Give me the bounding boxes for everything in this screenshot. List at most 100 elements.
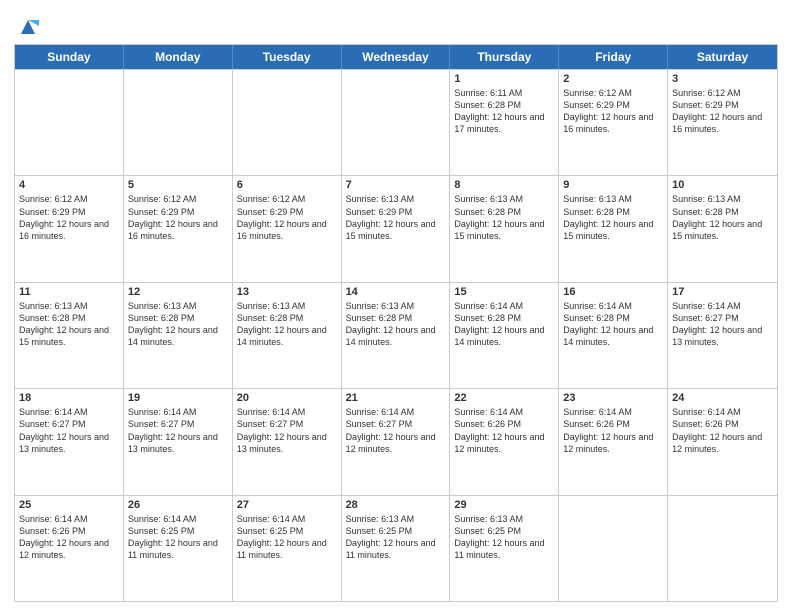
calendar-body: 1 Sunrise: 6:11 AM Sunset: 6:28 PM Daylig… bbox=[15, 69, 777, 601]
day-number: 11 bbox=[19, 286, 119, 298]
calendar-row-2: 11 Sunrise: 6:13 AM Sunset: 6:28 PM Dayli… bbox=[15, 282, 777, 388]
day-info: Sunrise: 6:13 AM Sunset: 6:28 PM Dayligh… bbox=[237, 300, 337, 349]
calendar-cell-0-1 bbox=[124, 70, 233, 175]
calendar-cell-4-4: 29 Sunrise: 6:13 AM Sunset: 6:25 PM Dayli… bbox=[450, 496, 559, 601]
calendar-cell-2-6: 17 Sunrise: 6:14 AM Sunset: 6:27 PM Dayli… bbox=[668, 283, 777, 388]
day-info: Sunrise: 6:13 AM Sunset: 6:28 PM Dayligh… bbox=[19, 300, 119, 349]
calendar-cell-2-1: 12Sunrise: 6:13 AM Sunset: 6:28 PM Dayli… bbox=[124, 283, 233, 388]
day-info: Sunrise: 6:14 AM Sunset: 6:27 PM Dayligh… bbox=[128, 406, 228, 455]
calendar-row-1: 4 Sunrise: 6:12 AM Sunset: 6:29 PM Daylig… bbox=[15, 175, 777, 281]
calendar-cell-2-2: 13 Sunrise: 6:13 AM Sunset: 6:28 PM Dayli… bbox=[233, 283, 342, 388]
day-number: 8 bbox=[454, 179, 554, 191]
calendar-cell-4-2: 27Sunrise: 6:14 AM Sunset: 6:25 PM Dayli… bbox=[233, 496, 342, 601]
day-info: Sunrise: 6:14 AM Sunset: 6:26 PM Dayligh… bbox=[454, 406, 554, 455]
calendar-cell-2-5: 16 Sunrise: 6:14 AM Sunset: 6:28 PM Dayli… bbox=[559, 283, 668, 388]
day-info: Sunrise: 6:12 AM Sunset: 6:29 PM Dayligh… bbox=[237, 193, 337, 242]
day-number: 24 bbox=[672, 392, 773, 404]
calendar-row-0: 1 Sunrise: 6:11 AM Sunset: 6:28 PM Daylig… bbox=[15, 69, 777, 175]
day-number: 3 bbox=[672, 73, 773, 85]
calendar-cell-1-0: 4 Sunrise: 6:12 AM Sunset: 6:29 PM Daylig… bbox=[15, 176, 124, 281]
day-number: 2 bbox=[563, 73, 663, 85]
calendar-cell-4-3: 28 Sunrise: 6:13 AM Sunset: 6:25 PM Dayli… bbox=[342, 496, 451, 601]
day-info: Sunrise: 6:13 AM Sunset: 6:28 PM Dayligh… bbox=[454, 193, 554, 242]
header bbox=[14, 10, 778, 38]
calendar-cell-1-1: 5 Sunrise: 6:12 AM Sunset: 6:29 PM Daylig… bbox=[124, 176, 233, 281]
calendar-cell-3-1: 19 Sunrise: 6:14 AM Sunset: 6:27 PM Dayli… bbox=[124, 389, 233, 494]
day-number: 27 bbox=[237, 499, 337, 511]
calendar-cell-0-2 bbox=[233, 70, 342, 175]
calendar-cell-1-3: 7Sunrise: 6:13 AM Sunset: 6:29 PM Daylig… bbox=[342, 176, 451, 281]
day-number: 10 bbox=[672, 179, 773, 191]
day-info: Sunrise: 6:12 AM Sunset: 6:29 PM Dayligh… bbox=[563, 87, 663, 136]
day-info: Sunrise: 6:12 AM Sunset: 6:29 PM Dayligh… bbox=[128, 193, 228, 242]
calendar-cell-1-4: 8 Sunrise: 6:13 AM Sunset: 6:28 PM Daylig… bbox=[450, 176, 559, 281]
day-info: Sunrise: 6:13 AM Sunset: 6:28 PM Dayligh… bbox=[563, 193, 663, 242]
day-number: 5 bbox=[128, 179, 228, 191]
calendar-cell-3-3: 21 Sunrise: 6:14 AM Sunset: 6:27 PM Dayli… bbox=[342, 389, 451, 494]
calendar-cell-3-2: 20 Sunrise: 6:14 AM Sunset: 6:27 PM Dayli… bbox=[233, 389, 342, 494]
day-number: 19 bbox=[128, 392, 228, 404]
day-number: 1 bbox=[454, 73, 554, 85]
page: Sunday Monday Tuesday Wednesday Thursday… bbox=[0, 0, 792, 612]
day-number: 16 bbox=[563, 286, 663, 298]
calendar-cell-2-3: 14 Sunrise: 6:13 AM Sunset: 6:28 PM Dayli… bbox=[342, 283, 451, 388]
calendar-cell-1-6: 10Sunrise: 6:13 AM Sunset: 6:28 PM Dayli… bbox=[668, 176, 777, 281]
day-number: 21 bbox=[346, 392, 446, 404]
calendar-cell-4-6 bbox=[668, 496, 777, 601]
day-number: 25 bbox=[19, 499, 119, 511]
day-number: 29 bbox=[454, 499, 554, 511]
day-info: Sunrise: 6:14 AM Sunset: 6:28 PM Dayligh… bbox=[454, 300, 554, 349]
day-number: 13 bbox=[237, 286, 337, 298]
header-friday: Friday bbox=[559, 45, 668, 69]
calendar-cell-3-6: 24 Sunrise: 6:14 AM Sunset: 6:26 PM Dayli… bbox=[668, 389, 777, 494]
header-monday: Monday bbox=[124, 45, 233, 69]
day-info: Sunrise: 6:14 AM Sunset: 6:25 PM Dayligh… bbox=[128, 513, 228, 562]
day-number: 26 bbox=[128, 499, 228, 511]
day-number: 9 bbox=[563, 179, 663, 191]
day-info: Sunrise: 6:14 AM Sunset: 6:26 PM Dayligh… bbox=[563, 406, 663, 455]
header-thursday: Thursday bbox=[450, 45, 559, 69]
day-info: Sunrise: 6:14 AM Sunset: 6:27 PM Dayligh… bbox=[672, 300, 773, 349]
calendar: Sunday Monday Tuesday Wednesday Thursday… bbox=[14, 44, 778, 602]
calendar-row-4: 25 Sunrise: 6:14 AM Sunset: 6:26 PM Dayli… bbox=[15, 495, 777, 601]
day-info: Sunrise: 6:11 AM Sunset: 6:28 PM Dayligh… bbox=[454, 87, 554, 136]
logo-icon bbox=[17, 16, 39, 38]
day-info: Sunrise: 6:13 AM Sunset: 6:28 PM Dayligh… bbox=[128, 300, 228, 349]
calendar-cell-4-0: 25 Sunrise: 6:14 AM Sunset: 6:26 PM Dayli… bbox=[15, 496, 124, 601]
header-tuesday: Tuesday bbox=[233, 45, 342, 69]
calendar-cell-2-0: 11 Sunrise: 6:13 AM Sunset: 6:28 PM Dayli… bbox=[15, 283, 124, 388]
header-sunday: Sunday bbox=[15, 45, 124, 69]
calendar-cell-1-2: 6 Sunrise: 6:12 AM Sunset: 6:29 PM Daylig… bbox=[233, 176, 342, 281]
day-number: 6 bbox=[237, 179, 337, 191]
day-number: 22 bbox=[454, 392, 554, 404]
day-number: 28 bbox=[346, 499, 446, 511]
day-info: Sunrise: 6:13 AM Sunset: 6:25 PM Dayligh… bbox=[346, 513, 446, 562]
day-info: Sunrise: 6:12 AM Sunset: 6:29 PM Dayligh… bbox=[19, 193, 119, 242]
header-wednesday: Wednesday bbox=[342, 45, 451, 69]
day-info: Sunrise: 6:14 AM Sunset: 6:27 PM Dayligh… bbox=[237, 406, 337, 455]
day-info: Sunrise: 6:13 AM Sunset: 6:28 PM Dayligh… bbox=[346, 300, 446, 349]
day-number: 18 bbox=[19, 392, 119, 404]
calendar-cell-0-0 bbox=[15, 70, 124, 175]
calendar-cell-0-3 bbox=[342, 70, 451, 175]
calendar-cell-3-0: 18 Sunrise: 6:14 AM Sunset: 6:27 PM Dayli… bbox=[15, 389, 124, 494]
calendar-header: Sunday Monday Tuesday Wednesday Thursday… bbox=[15, 45, 777, 69]
calendar-cell-4-5 bbox=[559, 496, 668, 601]
day-info: Sunrise: 6:14 AM Sunset: 6:26 PM Dayligh… bbox=[672, 406, 773, 455]
calendar-cell-2-4: 15Sunrise: 6:14 AM Sunset: 6:28 PM Dayli… bbox=[450, 283, 559, 388]
day-info: Sunrise: 6:13 AM Sunset: 6:25 PM Dayligh… bbox=[454, 513, 554, 562]
day-number: 14 bbox=[346, 286, 446, 298]
day-number: 17 bbox=[672, 286, 773, 298]
day-info: Sunrise: 6:13 AM Sunset: 6:29 PM Dayligh… bbox=[346, 193, 446, 242]
calendar-cell-3-4: 22 Sunrise: 6:14 AM Sunset: 6:26 PM Dayli… bbox=[450, 389, 559, 494]
logo bbox=[14, 14, 39, 38]
day-info: Sunrise: 6:14 AM Sunset: 6:27 PM Dayligh… bbox=[346, 406, 446, 455]
day-info: Sunrise: 6:14 AM Sunset: 6:26 PM Dayligh… bbox=[19, 513, 119, 562]
day-info: Sunrise: 6:14 AM Sunset: 6:28 PM Dayligh… bbox=[563, 300, 663, 349]
day-number: 4 bbox=[19, 179, 119, 191]
day-info: Sunrise: 6:14 AM Sunset: 6:27 PM Dayligh… bbox=[19, 406, 119, 455]
header-saturday: Saturday bbox=[668, 45, 777, 69]
calendar-cell-0-4: 1 Sunrise: 6:11 AM Sunset: 6:28 PM Daylig… bbox=[450, 70, 559, 175]
day-number: 20 bbox=[237, 392, 337, 404]
calendar-row-3: 18 Sunrise: 6:14 AM Sunset: 6:27 PM Dayli… bbox=[15, 388, 777, 494]
